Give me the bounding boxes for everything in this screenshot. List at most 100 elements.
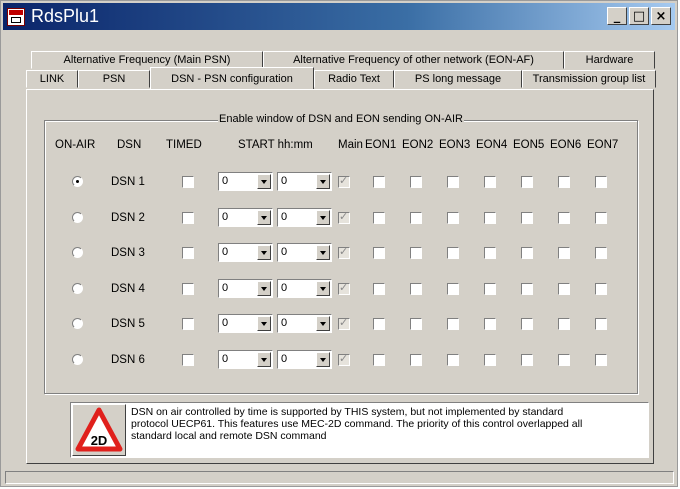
- onair-radio[interactable]: [72, 354, 83, 365]
- chevron-down-icon[interactable]: [316, 174, 330, 189]
- dsn-label: DSN 1: [111, 176, 145, 188]
- main-checkbox[interactable]: [338, 281, 350, 295]
- start-hour-combo[interactable]: 0: [218, 243, 273, 262]
- eon6-checkbox[interactable]: [558, 283, 570, 295]
- start-minute-combo[interactable]: 0: [277, 279, 332, 298]
- eon5-checkbox[interactable]: [521, 354, 533, 366]
- chevron-down-icon[interactable]: [257, 281, 271, 296]
- onair-radio[interactable]: [72, 176, 83, 187]
- eon5-checkbox[interactable]: [521, 318, 533, 330]
- start-hour-combo[interactable]: 0: [218, 314, 273, 333]
- start-hour-combo[interactable]: 0: [218, 172, 273, 191]
- eon4-checkbox[interactable]: [484, 212, 496, 224]
- eon2-checkbox[interactable]: [410, 318, 422, 330]
- start-hour-combo[interactable]: 0: [218, 350, 273, 369]
- main-checkbox[interactable]: [338, 352, 350, 366]
- eon6-checkbox[interactable]: [558, 354, 570, 366]
- main-checkbox[interactable]: [338, 174, 350, 188]
- tab-ps-long-message[interactable]: PS long message: [394, 70, 522, 88]
- chevron-down-icon[interactable]: [257, 352, 271, 367]
- eon3-checkbox[interactable]: [447, 283, 459, 295]
- eon3-checkbox[interactable]: [447, 247, 459, 259]
- eon4-checkbox[interactable]: [484, 318, 496, 330]
- eon7-checkbox[interactable]: [595, 212, 607, 224]
- eon2-checkbox[interactable]: [410, 247, 422, 259]
- eon6-checkbox[interactable]: [558, 212, 570, 224]
- timed-checkbox[interactable]: [182, 247, 194, 259]
- tab-psn[interactable]: PSN: [78, 70, 150, 88]
- main-checkbox[interactable]: [338, 245, 350, 259]
- timed-checkbox[interactable]: [182, 212, 194, 224]
- start-hour-combo[interactable]: 0: [218, 279, 273, 298]
- eon7-checkbox[interactable]: [595, 176, 607, 188]
- eon3-checkbox[interactable]: [447, 212, 459, 224]
- eon4-checkbox[interactable]: [484, 176, 496, 188]
- timed-checkbox[interactable]: [182, 176, 194, 188]
- main-checkbox[interactable]: [338, 316, 350, 330]
- eon1-checkbox[interactable]: [373, 176, 385, 188]
- start-minute-combo[interactable]: 0: [277, 172, 332, 191]
- eon7-checkbox[interactable]: [595, 247, 607, 259]
- eon7-checkbox[interactable]: [595, 283, 607, 295]
- eon7-checkbox[interactable]: [595, 318, 607, 330]
- chevron-down-icon[interactable]: [257, 316, 271, 331]
- onair-radio[interactable]: [72, 247, 83, 258]
- eon6-checkbox[interactable]: [558, 318, 570, 330]
- eon1-checkbox[interactable]: [373, 247, 385, 259]
- eon7-checkbox[interactable]: [595, 354, 607, 366]
- app-icon[interactable]: [7, 7, 25, 26]
- eon2-checkbox[interactable]: [410, 212, 422, 224]
- eon3-checkbox[interactable]: [447, 354, 459, 366]
- tab-hardware[interactable]: Hardware: [564, 51, 655, 69]
- main-checkbox[interactable]: [338, 210, 350, 224]
- eon5-checkbox[interactable]: [521, 247, 533, 259]
- minimize-button[interactable]: _: [607, 7, 627, 25]
- onair-radio[interactable]: [72, 318, 83, 329]
- tab-transmission-group-list[interactable]: Transmission group list: [522, 70, 656, 88]
- chevron-down-icon[interactable]: [257, 210, 271, 225]
- header-eon2: EON2: [402, 139, 434, 151]
- start-minute-combo[interactable]: 0: [277, 350, 332, 369]
- eon4-checkbox[interactable]: [484, 247, 496, 259]
- eon5-checkbox[interactable]: [521, 212, 533, 224]
- tab-row-2: LINK PSN DSN - PSN configuration Radio T…: [26, 67, 656, 89]
- timed-checkbox[interactable]: [182, 283, 194, 295]
- start-minute-combo[interactable]: 0: [277, 314, 332, 333]
- chevron-down-icon[interactable]: [316, 210, 330, 225]
- eon5-checkbox[interactable]: [521, 176, 533, 188]
- title-bar[interactable]: RdsPlu1 _ □ ×: [3, 3, 675, 30]
- chevron-down-icon[interactable]: [316, 316, 330, 331]
- tab-radio-text[interactable]: Radio Text: [314, 70, 394, 88]
- tab-dsn-psn-configuration[interactable]: DSN - PSN configuration: [150, 67, 314, 89]
- start-minute-combo[interactable]: 0: [277, 208, 332, 227]
- eon2-checkbox[interactable]: [410, 283, 422, 295]
- onair-radio[interactable]: [72, 283, 83, 294]
- tab-link[interactable]: LINK: [26, 70, 78, 88]
- chevron-down-icon[interactable]: [316, 281, 330, 296]
- eon6-checkbox[interactable]: [558, 176, 570, 188]
- eon5-checkbox[interactable]: [521, 283, 533, 295]
- eon1-checkbox[interactable]: [373, 283, 385, 295]
- timed-checkbox[interactable]: [182, 354, 194, 366]
- timed-checkbox[interactable]: [182, 318, 194, 330]
- eon2-checkbox[interactable]: [410, 176, 422, 188]
- eon2-checkbox[interactable]: [410, 354, 422, 366]
- onair-radio[interactable]: [72, 212, 83, 223]
- eon3-checkbox[interactable]: [447, 176, 459, 188]
- start-hour-combo[interactable]: 0: [218, 208, 273, 227]
- chevron-down-icon[interactable]: [257, 174, 271, 189]
- chevron-down-icon[interactable]: [316, 245, 330, 260]
- chevron-down-icon[interactable]: [257, 245, 271, 260]
- eon4-checkbox[interactable]: [484, 283, 496, 295]
- eon3-checkbox[interactable]: [447, 318, 459, 330]
- warning-2d-icon: 2D: [72, 404, 126, 456]
- chevron-down-icon[interactable]: [316, 352, 330, 367]
- close-button[interactable]: ×: [651, 7, 671, 25]
- start-minute-combo[interactable]: 0: [277, 243, 332, 262]
- maximize-button[interactable]: □: [629, 7, 649, 25]
- eon1-checkbox[interactable]: [373, 212, 385, 224]
- eon6-checkbox[interactable]: [558, 247, 570, 259]
- eon1-checkbox[interactable]: [373, 318, 385, 330]
- eon1-checkbox[interactable]: [373, 354, 385, 366]
- eon4-checkbox[interactable]: [484, 354, 496, 366]
